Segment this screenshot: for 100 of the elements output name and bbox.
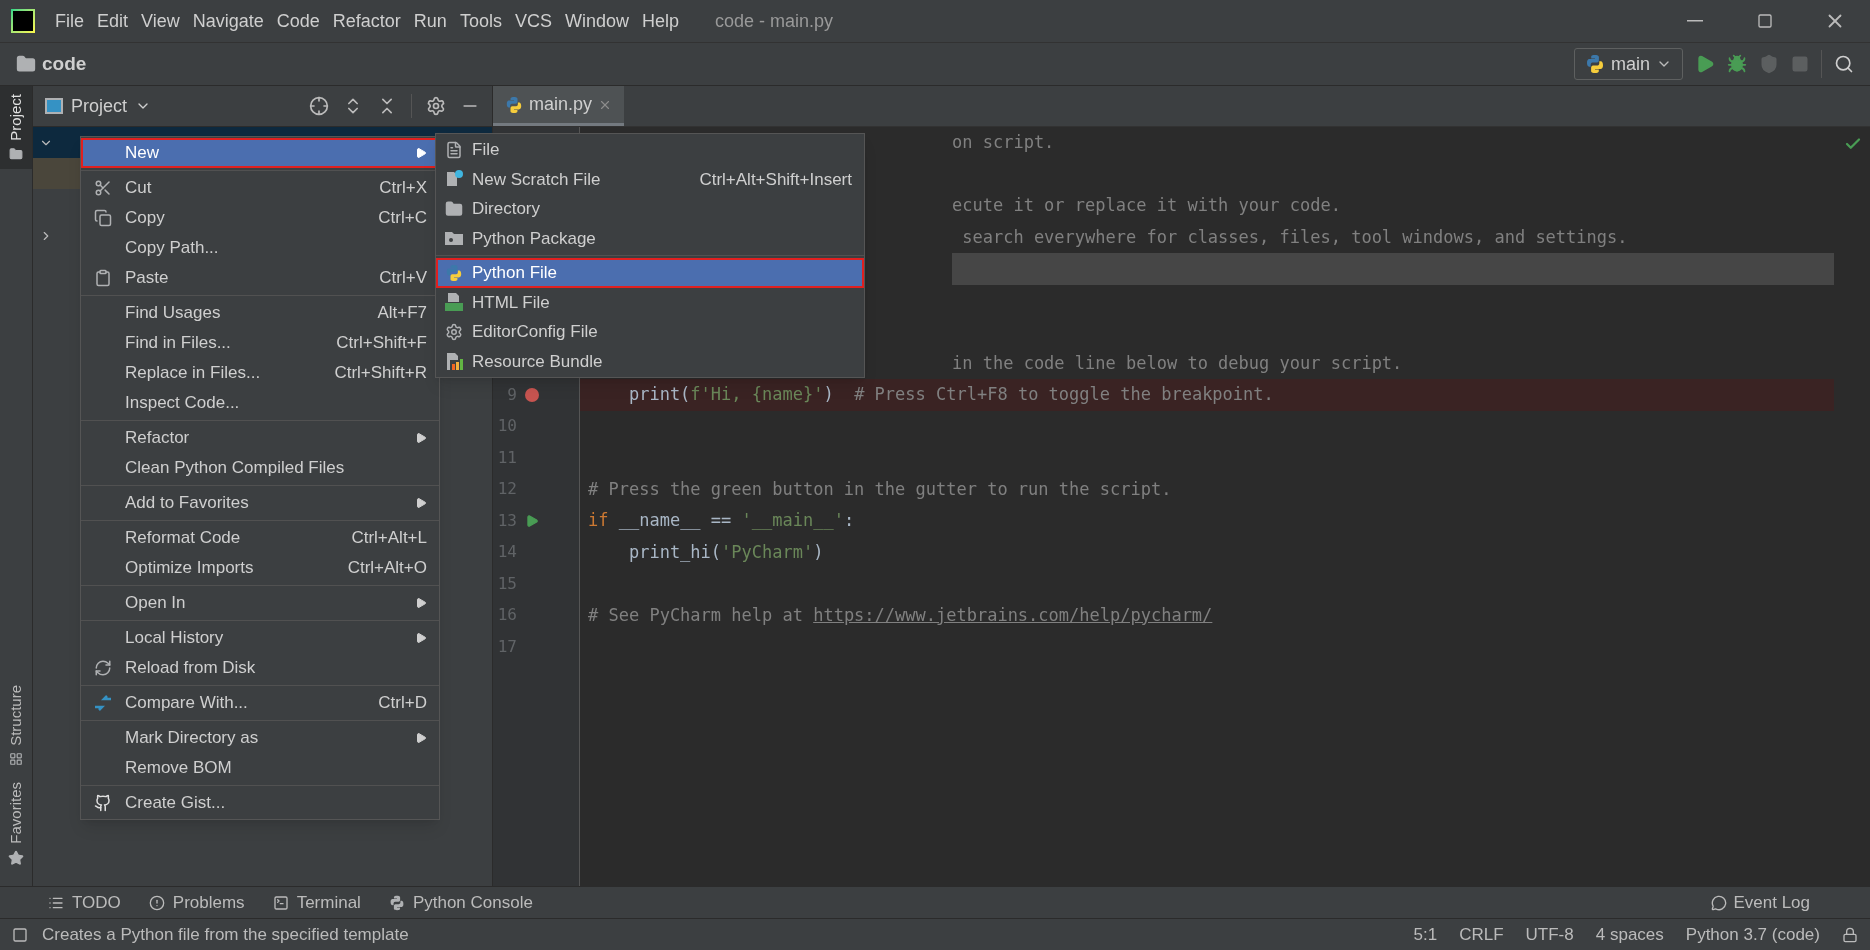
lock-icon[interactable] <box>1842 926 1858 943</box>
event-log-button[interactable]: Event Log <box>1711 889 1810 916</box>
menu-item[interactable]: Find in Files... Ctrl+Shift+F <box>81 328 439 358</box>
minimize-icon <box>1687 20 1703 22</box>
menu-item[interactable]: VCS <box>508 0 558 43</box>
menu-item[interactable]: Refactor <box>326 0 407 43</box>
python-icon <box>1585 54 1605 74</box>
clipboard-icon <box>94 269 112 287</box>
menu-item[interactable]: Code <box>270 0 326 43</box>
code-line: ecute it or replace it with your code. <box>952 194 1342 217</box>
menu-item[interactable]: Copy Path... <box>81 233 439 263</box>
menu-item[interactable]: Optimize Imports Ctrl+Alt+O <box>81 553 439 583</box>
status-item[interactable]: Python 3.7 (code) <box>1685 921 1820 948</box>
menu-item[interactable]: File <box>49 0 90 43</box>
menu-item[interactable]: Reload from Disk <box>81 653 439 683</box>
app-logo-icon <box>11 9 35 33</box>
menu-item[interactable]: EditorConfig File <box>436 317 864 347</box>
breakpoint-icon[interactable] <box>525 387 539 402</box>
menu-item[interactable]: Mark Directory as <box>81 723 439 753</box>
tool-window-button[interactable]: Terminal <box>272 889 361 916</box>
menu-item[interactable]: Replace in Files... Ctrl+Shift+R <box>81 358 439 388</box>
code-line: # Press the green button in the gutter to run the script. <box>587 477 1173 501</box>
stop-icon <box>1791 55 1809 73</box>
maximize-icon <box>1757 13 1773 29</box>
breadcrumb[interactable]: code <box>42 49 87 79</box>
status-item[interactable]: 4 spaces <box>1595 921 1664 948</box>
structure-icon <box>9 752 23 767</box>
menu-item[interactable]: Paste Ctrl+V <box>81 263 439 293</box>
bug-icon <box>1727 54 1747 74</box>
menu-item[interactable]: Create Gist... <box>81 788 439 818</box>
settings-icon[interactable] <box>426 96 446 116</box>
folder-icon <box>16 54 36 74</box>
menu-item[interactable]: Reformat Code Ctrl+Alt+L <box>81 523 439 553</box>
menu-item[interactable]: Inspect Code... <box>81 388 439 418</box>
menu-item[interactable]: Python File <box>436 258 864 288</box>
debug-button[interactable] <box>1727 54 1747 74</box>
reload-icon <box>94 659 112 677</box>
menu-item[interactable]: Copy Ctrl+C <box>81 203 439 233</box>
menu-item[interactable]: Tools <box>453 0 508 43</box>
run-button[interactable] <box>1695 54 1715 74</box>
menu-item[interactable]: HTML File <box>436 287 864 317</box>
compare-arrows-icon <box>93 693 113 713</box>
editor-tab[interactable]: main.py <box>493 86 625 126</box>
github-icon <box>94 794 112 812</box>
status-item[interactable]: CRLF <box>1459 921 1504 948</box>
status-item[interactable]: UTF-8 <box>1525 921 1574 948</box>
search-button[interactable] <box>1834 54 1854 74</box>
menu-item[interactable]: Python Package <box>436 223 864 253</box>
menu-item[interactable]: Resource Bundle <box>436 346 864 376</box>
tool-window-tab[interactable]: Structure <box>0 677 32 775</box>
menu-item[interactable]: Refactor <box>81 423 439 453</box>
gear-icon <box>445 322 463 341</box>
status-message: Creates a Python file from the specified template <box>42 923 409 946</box>
menu-item[interactable]: Find Usages Alt+F7 <box>81 298 439 328</box>
menu-item[interactable]: Open In <box>81 588 439 618</box>
code-line: # See PyCharm help at https://www.jetbrains.com/help/pycharm/ <box>587 603 1214 627</box>
run-configuration-dropdown[interactable]: main <box>1574 48 1683 80</box>
shield-icon <box>1759 54 1779 74</box>
tool-window-tab[interactable]: Favorites <box>0 774 32 874</box>
menu-item[interactable]: Run <box>407 0 453 43</box>
menu-item[interactable]: Navigate <box>186 0 270 43</box>
python-file-icon <box>505 95 523 114</box>
panel-toggle-icon[interactable] <box>12 926 28 943</box>
panel-icon <box>45 98 63 114</box>
menu-item[interactable]: Add to Favorites <box>81 488 439 518</box>
menu-item[interactable]: Edit <box>91 0 135 43</box>
menu-item[interactable]: Cut Ctrl+X <box>81 173 439 203</box>
menu-item[interactable]: View <box>135 0 186 43</box>
window-title: code - main.py <box>715 9 834 33</box>
code-line: in the code line below to debug your script. <box>952 351 1404 375</box>
folder-icon <box>9 146 23 161</box>
code-line: on script. <box>952 131 1056 154</box>
tool-window-tab[interactable]: Project <box>0 86 32 169</box>
menu-item[interactable]: Remove BOM <box>81 753 439 783</box>
menu-item[interactable]: File <box>436 135 864 165</box>
status-item[interactable]: 5:1 <box>1413 921 1438 948</box>
package-folder-icon <box>444 229 464 248</box>
menu-item[interactable]: Directory <box>436 194 864 224</box>
project-view-dropdown[interactable]: Project <box>71 92 152 120</box>
code-line: print_hi('PyCharm') <box>627 540 825 564</box>
run-gutter-icon[interactable] <box>525 513 539 528</box>
tool-window-button[interactable]: Python Console <box>388 889 533 916</box>
speech-bubble-icon <box>1711 894 1728 911</box>
bar-chart-file-icon <box>444 351 464 372</box>
menu-item[interactable]: Local History <box>81 623 439 653</box>
menu-item[interactable]: Help <box>635 0 685 43</box>
star-icon <box>8 850 24 866</box>
scissors-icon <box>94 179 112 197</box>
locate-icon[interactable] <box>309 96 329 116</box>
menu-item[interactable]: Window <box>558 0 635 43</box>
copy-icon <box>94 209 112 227</box>
terminal-icon <box>272 894 289 911</box>
code-line: search everywhere for classes, files, tool windows, and settings. <box>961 225 1629 249</box>
menu-item[interactable]: Clean Python Compiled Files <box>81 453 439 483</box>
play-icon <box>1695 54 1715 74</box>
search-icon <box>1834 54 1854 74</box>
tool-window-button[interactable]: TODO <box>48 889 121 916</box>
menu-item[interactable]: New Scratch File Ctrl+Alt+Shift+Insert <box>436 164 864 194</box>
tool-window-button[interactable]: Problems <box>148 889 245 916</box>
menu-item[interactable]: Compare With... Ctrl+D <box>81 688 439 718</box>
